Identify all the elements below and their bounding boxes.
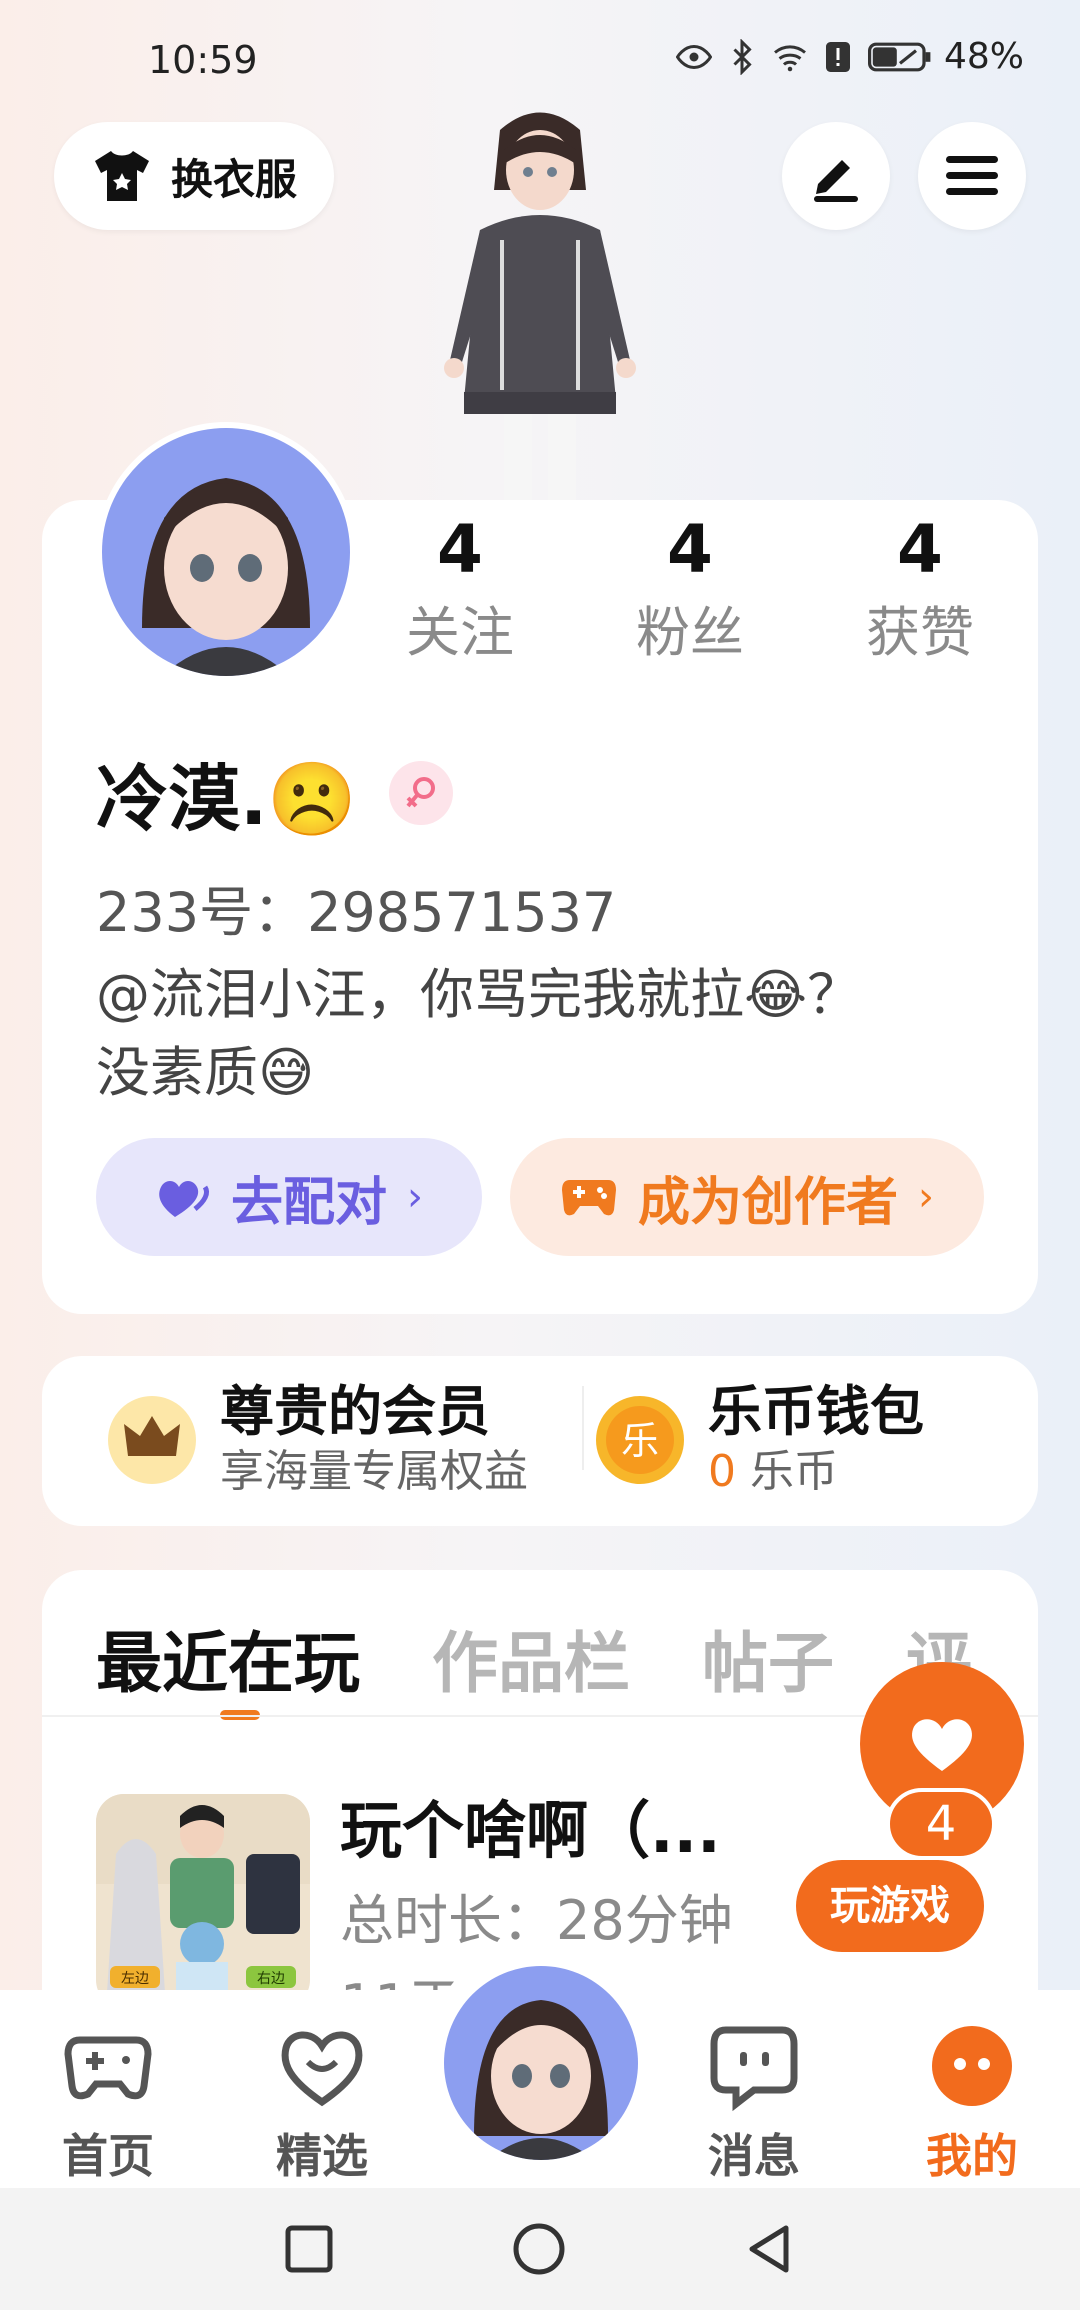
tab-recently-played[interactable]: 最近在玩: [96, 1610, 360, 1706]
system-navigation-bar: [0, 2188, 1080, 2310]
tab-bar: 最近在玩 作品栏 帖子 评: [96, 1610, 972, 1706]
fans-count: 4: [667, 511, 713, 588]
bluetooth-icon: [733, 38, 752, 75]
match-button[interactable]: 去配对 ›: [96, 1138, 482, 1256]
vip-title: 尊贵的会员: [220, 1380, 490, 1443]
pen-icon: [814, 160, 858, 202]
edit-button[interactable]: [782, 122, 890, 230]
nav-messages-label: 消息: [708, 2129, 800, 2183]
alert-icon: [825, 41, 850, 72]
chevron-right-icon: ›: [407, 1174, 423, 1220]
wallet-entry[interactable]: 乐 乐币钱包 0 乐币: [594, 1380, 924, 1500]
gamepad-icon: [561, 1180, 616, 1216]
match-label: 去配对: [230, 1172, 387, 1233]
stat-following[interactable]: 4 关注: [370, 510, 550, 668]
nav-mine-label: 我的: [926, 2129, 1018, 2183]
coin-icon: 乐: [596, 1396, 684, 1484]
username-row: 冷漠.☹️: [96, 740, 454, 845]
divider: [582, 1386, 584, 1470]
become-creator-label: 成为创作者: [637, 1172, 898, 1233]
game-thumbnail[interactable]: 左边 右边: [96, 1794, 310, 1990]
hearts-icon: [159, 1181, 209, 1217]
likes-label: 获赞: [866, 601, 974, 664]
username: 冷漠.☹️: [96, 757, 358, 841]
bio-line-2: 没素质😅: [96, 1041, 315, 1104]
stat-likes[interactable]: 4 获赞: [830, 510, 1010, 668]
change-outfit-label: 换衣服: [170, 154, 297, 204]
battery-icon: [867, 42, 931, 71]
game-title[interactable]: 玩个啥啊（...: [340, 1780, 721, 1870]
menu-button[interactable]: [918, 122, 1026, 230]
wifi-icon: [774, 44, 806, 71]
coin-count: 0: [708, 1446, 736, 1497]
menu-icon: [946, 156, 998, 195]
fans-label: 粉丝: [636, 601, 744, 664]
avatar-image: [102, 428, 350, 676]
thumb-right-label: 右边: [257, 1971, 285, 1987]
tab-works[interactable]: 作品栏: [432, 1610, 630, 1706]
heart-icon: [912, 1719, 972, 1771]
chevron-right-icon: ›: [918, 1174, 934, 1220]
profile-face-icon: [932, 2026, 1012, 2106]
user-bio: @流泪小汪，你骂完我就拉😂？ 没素质😅: [96, 956, 936, 1112]
eye-icon: [675, 44, 712, 69]
coin-unit: 乐币: [750, 1446, 838, 1497]
stat-fans[interactable]: 4 粉丝: [600, 510, 780, 668]
user-id[interactable]: 233号：298571537: [96, 868, 616, 947]
become-creator-button[interactable]: 成为创作者 ›: [510, 1138, 984, 1256]
nav-messages[interactable]: 消息: [674, 2020, 834, 2186]
coin-icon-text: 乐: [621, 1419, 659, 1463]
nav-home-label: 首页: [62, 2129, 154, 2183]
gamepad-icon: [64, 2036, 152, 2100]
female-icon: [389, 760, 454, 825]
following-count: 4: [437, 511, 483, 588]
member-wallet-card: 尊贵的会员 享海量专属权益 乐 乐币钱包 0 乐币: [42, 1356, 1038, 1526]
recent-apps-icon[interactable]: [276, 2216, 342, 2282]
character-avatar-3d[interactable]: [400, 100, 680, 500]
profile-avatar[interactable]: [96, 422, 356, 682]
play-game-button[interactable]: 玩游戏: [796, 1860, 984, 1952]
status-time: 10:59: [148, 38, 258, 82]
battery-percent: 48%: [943, 36, 1024, 77]
following-label: 关注: [406, 601, 514, 664]
wallet-balance: 0 乐币: [708, 1444, 924, 1500]
likes-count: 4: [897, 511, 943, 588]
nav-featured[interactable]: 精选: [242, 2020, 402, 2186]
status-icons: 48%: [675, 36, 1024, 77]
bio-line-1: @流泪小汪，你骂完我就拉😂？: [96, 963, 862, 1026]
change-outfit-button[interactable]: 换衣服: [54, 122, 334, 230]
nav-home[interactable]: 首页: [28, 2020, 188, 2186]
tshirt-icon: [94, 151, 149, 201]
profile-stats: 4 关注 4 粉丝 4 获赞: [370, 510, 1010, 668]
vip-member-entry[interactable]: 尊贵的会员 享海量专属权益: [106, 1380, 528, 1500]
back-icon[interactable]: [738, 2216, 804, 2282]
nav-mine[interactable]: 我的: [892, 2020, 1052, 2186]
center-avatar-button[interactable]: [444, 1966, 638, 2160]
chat-icon: [710, 2026, 798, 2112]
vip-subtitle: 享海量专属权益: [220, 1446, 528, 1497]
avatar-image: [444, 1966, 638, 2160]
thumb-left-label: 左边: [121, 1971, 149, 1987]
tab-posts[interactable]: 帖子: [702, 1610, 834, 1706]
heart-outline-icon: [281, 2031, 363, 2107]
home-icon[interactable]: [506, 2216, 572, 2282]
like-count-badge: 4: [886, 1788, 996, 1860]
wallet-title: 乐币钱包: [708, 1380, 924, 1443]
nav-featured-label: 精选: [276, 2129, 368, 2183]
crown-icon: [108, 1396, 196, 1484]
